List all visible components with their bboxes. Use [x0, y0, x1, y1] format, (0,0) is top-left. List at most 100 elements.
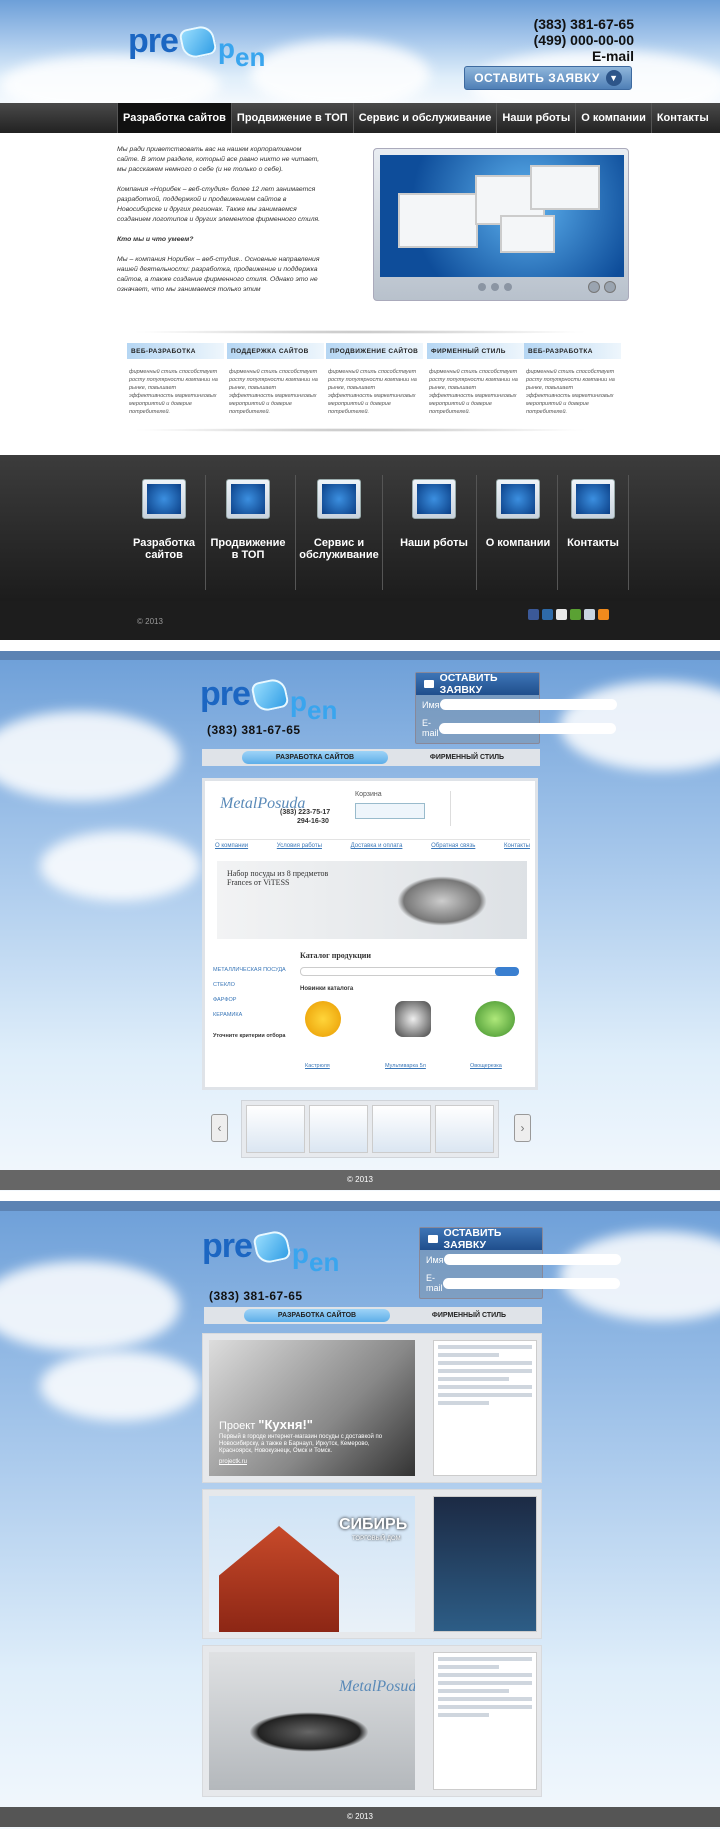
product-link[interactable]: Кастрюля [305, 1063, 330, 1069]
product-link[interactable]: Мультиварка 5л [385, 1063, 426, 1069]
service-title: ВЕБ-РАЗРАБОТКА [524, 343, 621, 359]
logo-text-3: en [309, 1247, 340, 1277]
contacts: (383) 381-67-65 (499) 000-00-00 E-mail [534, 16, 634, 64]
email-label: E-mail [426, 1273, 443, 1293]
service-text: фирменный стиль способствует росту попул… [526, 369, 615, 415]
shop-menu-item[interactable]: О компании [215, 843, 248, 849]
name-input[interactable] [439, 699, 617, 710]
name-label: Имя [422, 699, 440, 710]
tab-web-dev[interactable]: РАЗРАБОТКА САЙТОВ [242, 751, 388, 764]
shop-cart[interactable]: Корзина [355, 791, 382, 798]
thumbnail[interactable] [435, 1105, 494, 1153]
intro-p3: Мы – компания Норибек – веб-студия.. Осн… [117, 256, 320, 293]
site-preview: MetalPosuda (383) 223-75-17 294-16-30 Ко… [202, 778, 538, 1090]
project-card[interactable]: MetalPosuda [202, 1645, 542, 1797]
icon-menu-item-contacts[interactable]: Контакты [553, 465, 633, 549]
nav-item-about[interactable]: О компании [575, 103, 651, 133]
portfolio-page-site: pre p en (383) 381-67-65 ОСТАВИТЬ ЗАЯВКУ… [0, 651, 720, 1191]
icon-menu-item-works[interactable]: Наши рботы [394, 465, 474, 549]
phone-2: (499) 000-00-00 [533, 32, 634, 48]
nav-item-seo[interactable]: Продвижение в ТОП [230, 103, 353, 133]
category-link[interactable]: СТЕКЛО [213, 978, 286, 993]
slider-dots[interactable] [478, 283, 512, 291]
nav-item-service[interactable]: Сервис и обслуживание [352, 103, 497, 133]
product-image[interactable] [395, 1001, 431, 1037]
logo[interactable]: pre p en [200, 675, 337, 725]
slider-arrows[interactable] [588, 281, 616, 293]
name-input[interactable] [443, 1254, 621, 1265]
copyright-bar: © 2013 [0, 1807, 720, 1827]
rss-icon[interactable] [598, 609, 609, 620]
logo[interactable]: pre p en [128, 22, 265, 72]
monitor-icon [142, 479, 186, 519]
shop-menu-item[interactable]: Условия работы [277, 843, 322, 849]
phone-1: (383) 381-67-65 [533, 16, 634, 32]
icon-menu-item-seo[interactable]: Продвижение в ТОП [208, 465, 288, 561]
nav-item-works[interactable]: Наши рботы [496, 103, 575, 133]
email-input[interactable] [438, 722, 616, 734]
icon-menu-item-about[interactable]: О компании [478, 465, 558, 549]
email-link[interactable]: E-mail [534, 48, 634, 64]
email-input[interactable] [442, 1277, 620, 1289]
catalog-search-button[interactable] [495, 967, 519, 976]
chevron-right-icon[interactable]: › [514, 1114, 531, 1142]
flickr-icon[interactable] [556, 609, 567, 620]
service-card[interactable]: ФИРМЕННЫЙ СТИЛЬ фирменный стиль способств… [427, 343, 524, 416]
intro-text: Мы ради приветствовать вас на нашем корп… [117, 145, 322, 305]
intro-p2: Компания «Норибек – веб-студия» более 12… [117, 186, 321, 223]
stumbleupon-icon[interactable] [570, 609, 581, 620]
delicious-icon[interactable] [584, 609, 595, 620]
nav-item-dev[interactable]: Разработка сайтов [117, 103, 231, 133]
project-image: Проект "Кухня!" Первый в городе интернет… [209, 1340, 415, 1476]
catalog-title: Каталог продукции [300, 951, 372, 960]
tumblr-icon[interactable] [542, 609, 553, 620]
category-link[interactable]: МЕТАЛЛИЧЕСКАЯ ПОСУДА [213, 963, 286, 978]
tab-branding[interactable]: ФИРМЕННЫЙ СТИЛЬ [396, 1307, 542, 1324]
logo-text-2: p [289, 686, 308, 717]
tab-branding[interactable]: ФИРМЕННЫЙ СТИЛЬ [394, 749, 540, 766]
order-form-title[interactable]: ОСТАВИТЬ ЗАЯВКУ [440, 672, 539, 696]
metal-logo: MetalPosuda [339, 1678, 415, 1695]
thumbnail[interactable] [246, 1105, 305, 1153]
cart-icon[interactable] [355, 803, 425, 819]
icon-menu-item-service[interactable]: Сервис и обслуживание [299, 465, 379, 561]
contacts-icon [571, 479, 615, 519]
order-button[interactable]: ОСТАВИТЬ ЗАЯВКУ ▼ [464, 66, 632, 90]
category-link[interactable]: ФАРФОР [213, 993, 286, 1008]
thumbnail[interactable] [309, 1105, 368, 1153]
tab-web-dev[interactable]: РАЗРАБОТКА САЙТОВ [244, 1309, 390, 1322]
facebook-icon[interactable] [528, 609, 539, 620]
category-tabs: РАЗРАБОТКА САЙТОВ ФИРМЕННЫЙ СТИЛЬ [202, 749, 540, 766]
product-link[interactable]: Овощерезка [470, 1063, 502, 1069]
category-tabs: РАЗРАБОТКА САЙТОВ ФИРМЕННЫЙ СТИЛЬ [204, 1307, 542, 1324]
logo-text-3: en [307, 695, 338, 725]
service-card[interactable]: ПРОДВИЖЕНИЕ САЙТОВ фирменный стиль способ… [326, 343, 423, 416]
category-link[interactable]: КЕРАМИКА [213, 1008, 286, 1023]
project-card[interactable]: СИБИРЬ ТОРГОВЫЙ ДОМ [202, 1489, 542, 1639]
product-image[interactable] [305, 1001, 341, 1037]
nav-item-contacts[interactable]: Контакты [650, 103, 714, 133]
chevron-left-icon[interactable]: ‹ [211, 1114, 228, 1142]
thumbnail[interactable] [372, 1105, 431, 1153]
project-link[interactable]: projectk.ru [219, 1459, 394, 1466]
icon-menu-item-dev[interactable]: Разработка сайтов [124, 465, 204, 561]
project-title: "Кухня!" [258, 1417, 313, 1432]
project-screenshot [433, 1340, 537, 1476]
project-screenshot [433, 1496, 537, 1632]
shop-menu-item[interactable]: Доставка и оплата [351, 843, 403, 849]
envelope-icon [424, 680, 434, 688]
order-form-title[interactable]: ОСТАВИТЬ ЗАЯВКУ [444, 1227, 542, 1251]
shop-menu-item[interactable]: Контакты [504, 843, 530, 849]
service-card[interactable]: ВЕБ-РАЗРАБОТКА фирменный стиль способству… [524, 343, 621, 416]
promo-banner[interactable]: Набор посуды из 8 предметов Frances от V… [217, 861, 527, 939]
product-image[interactable] [475, 1001, 515, 1037]
social-links [528, 609, 609, 620]
catalog-search-input[interactable] [300, 967, 510, 976]
search-icon [226, 479, 270, 519]
service-card[interactable]: ПОДДЕРЖКА САЙТОВ фирменный стиль способст… [227, 343, 324, 416]
logo[interactable]: pre p en [202, 1227, 339, 1277]
service-card[interactable]: ВЕБ-РАЗРАБОТКА фирменный стиль способству… [127, 343, 224, 416]
project-card[interactable]: Проект "Кухня!" Первый в городе интернет… [202, 1333, 542, 1483]
shop-phone-1: (383) 223-75-17 [280, 809, 331, 816]
shop-menu-item[interactable]: Обратная связь [431, 843, 475, 849]
